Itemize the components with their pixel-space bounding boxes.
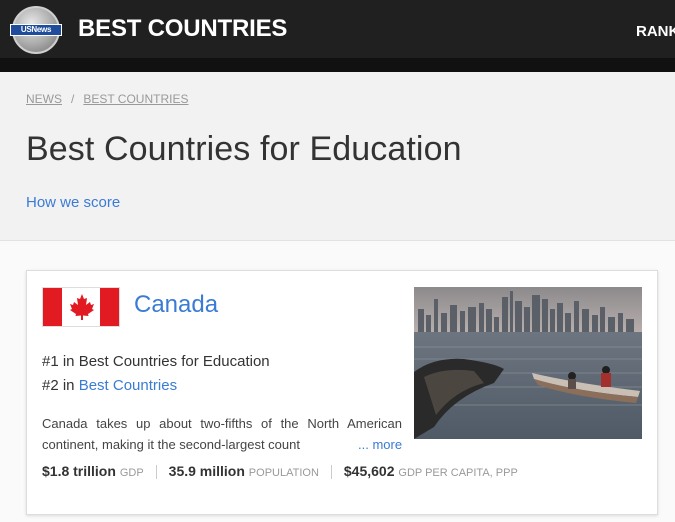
how-we-score-link[interactable]: How we score xyxy=(26,194,120,211)
description-fade xyxy=(327,434,357,455)
stat-gdp-per-capita-value: $45,602 xyxy=(343,463,395,479)
usnews-logo[interactable]: USNews xyxy=(10,6,62,54)
stat-population-unit: POPULATION xyxy=(248,467,319,479)
usnews-logo-text: USNews xyxy=(10,24,62,36)
site-title[interactable]: BEST COUNTRIES xyxy=(78,15,287,43)
country-photo[interactable] xyxy=(414,287,642,439)
stat-divider xyxy=(330,465,332,480)
overall-rank-prefix: #2 in xyxy=(42,377,79,394)
stat-divider xyxy=(155,465,157,480)
stat-population: 35.9 million POPULATION xyxy=(169,463,319,479)
page-title: Best Countries for Education xyxy=(26,130,462,168)
top-navigation-bar: USNews BEST COUNTRIES RANK xyxy=(0,0,675,60)
nav-rankings-link[interactable]: RANK xyxy=(636,23,675,40)
header-bottom-strip xyxy=(0,58,675,72)
overall-rank: #2 in Best Countries xyxy=(42,377,177,394)
country-card: Canada #1 in Best Countries for Educatio… xyxy=(26,270,658,515)
stat-gdp-per-capita-unit: GDP PER CAPITA, PPP xyxy=(398,467,518,479)
country-stats: $1.8 trillion GDP 35.9 million POPULATION… xyxy=(42,463,518,480)
stat-population-value: 35.9 million xyxy=(168,463,245,479)
stat-gdp-value: $1.8 trillion xyxy=(42,463,116,479)
breadcrumb: NEWS / BEST COUNTRIES xyxy=(26,92,188,106)
country-name-link[interactable]: Canada xyxy=(134,291,218,319)
stat-gdp-unit: GDP xyxy=(119,467,144,479)
read-more-link[interactable]: ... more xyxy=(354,434,403,455)
stat-gdp: $1.8 trillion GDP xyxy=(42,463,144,479)
canada-flag-icon xyxy=(42,287,120,327)
stat-gdp-per-capita: $45,602 GDP PER CAPITA, PPP xyxy=(344,463,518,479)
breadcrumb-best-countries[interactable]: BEST COUNTRIES xyxy=(83,92,188,106)
breadcrumb-news[interactable]: NEWS xyxy=(26,92,62,106)
breadcrumb-separator: / xyxy=(71,92,75,106)
education-rank: #1 in Best Countries for Education xyxy=(42,353,270,370)
best-countries-link[interactable]: Best Countries xyxy=(79,377,177,394)
